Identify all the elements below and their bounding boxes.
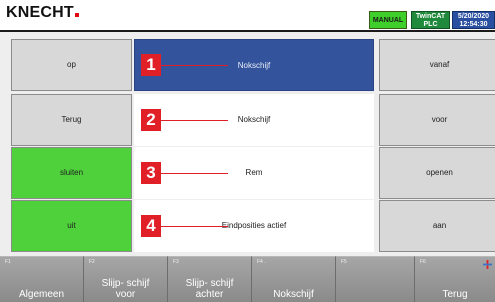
f3-label: Slijp- schijf achter <box>185 278 234 300</box>
f2-key-number: F2 <box>89 259 95 265</box>
callout-2-leader <box>161 120 228 121</box>
logo-text: KNECHT <box>6 4 74 21</box>
function-key-bar: F1 Algemeen F2 Slijp- schijf voor F3 Sli… <box>0 256 495 302</box>
f3-key-number: F3 <box>173 259 179 265</box>
f6-terug-button[interactable]: F6 Terug <box>415 256 495 302</box>
f5-key-number: F5 <box>341 259 347 265</box>
op-button[interactable]: op <box>11 39 132 91</box>
plus-icon <box>483 260 492 269</box>
callout-4-leader <box>161 226 228 227</box>
openen-button[interactable]: openen <box>379 147 495 199</box>
sluiten-button[interactable]: sluiten <box>11 147 132 199</box>
f1-label: Algemeen <box>18 289 65 300</box>
plc-line2: PLC <box>423 21 438 28</box>
logo-dot <box>74 13 79 17</box>
callout-4: 4 <box>141 215 161 237</box>
f6-label: Terug <box>442 289 468 300</box>
date-text: 5/20/2020 <box>457 13 490 20</box>
vanaf-button[interactable]: vanaf <box>379 39 495 91</box>
f2-label: Slijp- schijf voor <box>101 278 150 300</box>
f4-key-number: F4 . <box>257 259 266 265</box>
f1-key-number: F1 <box>5 259 11 265</box>
callout-1: 1 <box>141 54 161 76</box>
datetime-badge: 5/20/2020 12:54:30 <box>452 11 495 29</box>
uit-button[interactable]: uit <box>11 200 132 252</box>
f4-label: Nokschijf <box>273 289 314 300</box>
f4-nokschijf-button[interactable]: F4 . Nokschijf <box>252 256 336 302</box>
callout-2: 2 <box>141 109 161 131</box>
f1-algemeen-button[interactable]: F1 Algemeen <box>0 256 84 302</box>
voor-button[interactable]: voor <box>379 94 495 146</box>
aan-button[interactable]: aan <box>379 200 495 252</box>
knecht-logo: KNECHT <box>6 4 79 22</box>
terug-button[interactable]: Terug <box>11 94 132 146</box>
callout-1-leader <box>161 65 228 66</box>
callout-3-leader <box>161 173 228 174</box>
top-bar: KNECHT MANUAL TwinCAT PLC 5/20/2020 12:5… <box>0 0 495 30</box>
time-text: 12:54:30 <box>459 21 488 28</box>
mode-badge: MANUAL <box>369 11 407 29</box>
plc-line1: TwinCAT <box>415 13 446 20</box>
f3-slijpschijf-achter-button[interactable]: F3 Slijp- schijf achter <box>168 256 252 302</box>
f2-slijpschijf-voor-button[interactable]: F2 Slijp- schijf voor <box>84 256 168 302</box>
main-panel: op Nokschijf 1 vanaf Terug Nokschijf 2 v… <box>0 32 495 256</box>
callout-3: 3 <box>141 162 161 184</box>
f5-empty-button[interactable]: F5 <box>336 256 415 302</box>
plc-status-badge: TwinCAT PLC <box>411 11 450 29</box>
f6-key-number: F6 <box>420 259 426 265</box>
